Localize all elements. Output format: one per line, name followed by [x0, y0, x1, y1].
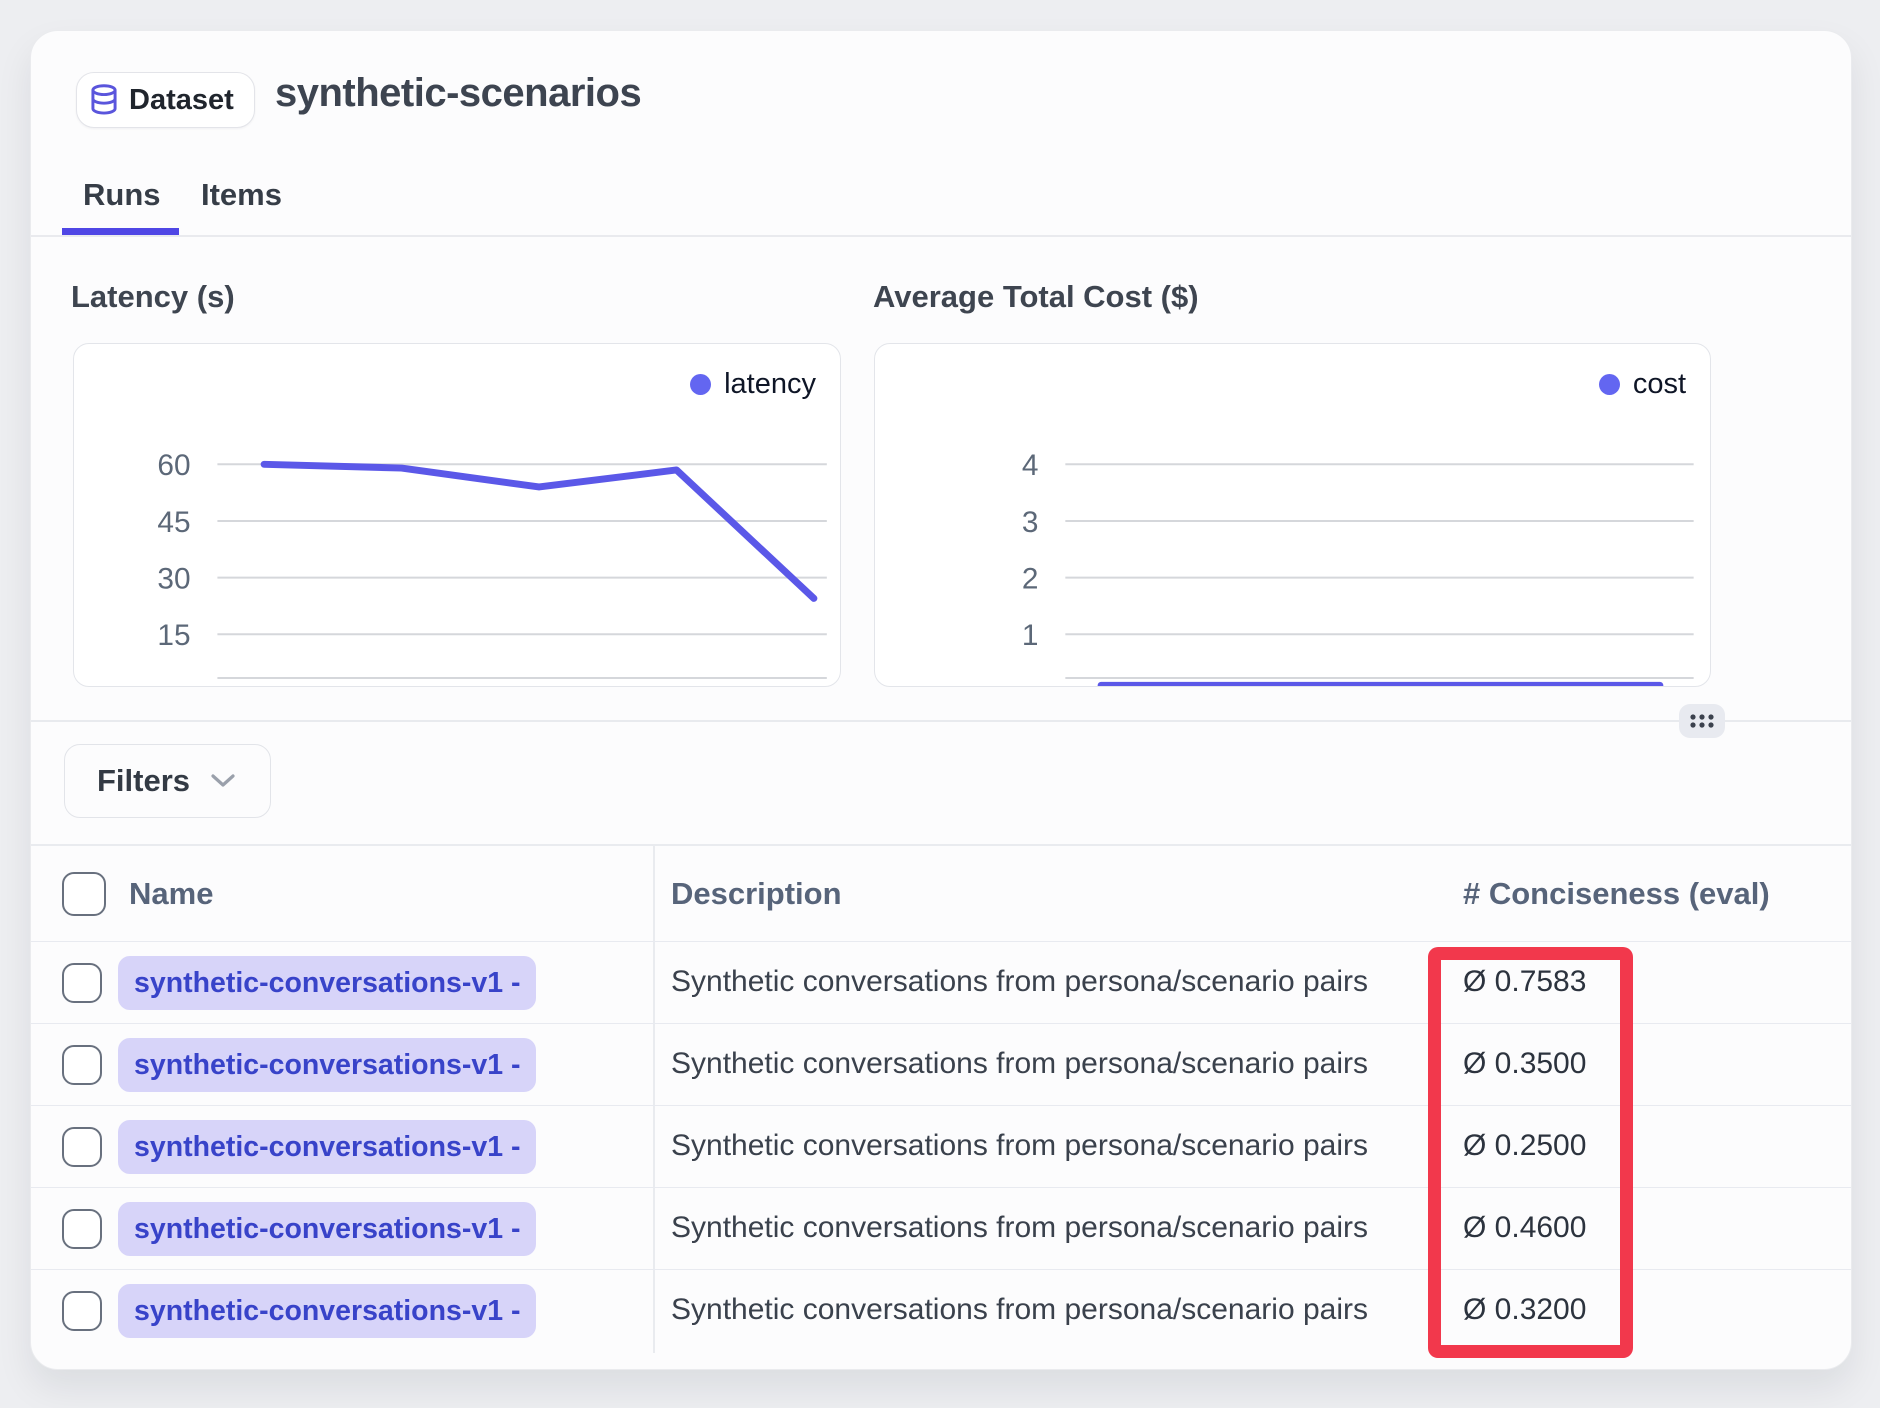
run-name-link[interactable]: synthetic-conversations-v1 - 2... — [118, 1202, 536, 1256]
run-name-label: synthetic-conversations-v1 - 2... — [134, 1049, 520, 1082]
run-name-link[interactable]: synthetic-conversations-v1 - 2... — [118, 1120, 536, 1174]
row-checkbox[interactable] — [62, 1209, 102, 1249]
chevron-down-icon — [210, 773, 236, 789]
grid-dots-icon — [1688, 712, 1716, 730]
cost-chart-title: Average Total Cost ($) — [873, 279, 1199, 315]
run-name-link[interactable]: synthetic-conversations-v1 - 2... — [118, 1038, 536, 1092]
svg-text:3: 3 — [1022, 506, 1039, 539]
annotation-highlight-box — [1428, 947, 1633, 1358]
svg-text:15: 15 — [157, 619, 190, 652]
row-checkbox[interactable] — [62, 1291, 102, 1331]
latency-legend-label: latency — [724, 368, 816, 401]
run-description: Synthetic conversations from persona/sce… — [671, 1293, 1368, 1327]
latency-chart-title: Latency (s) — [71, 279, 235, 315]
filters-button-label: Filters — [97, 763, 190, 799]
database-icon — [89, 84, 119, 116]
section-divider — [31, 720, 1851, 722]
latency-legend[interactable]: latency — [690, 368, 816, 401]
row-checkbox[interactable] — [62, 963, 102, 1003]
svg-text:4: 4 — [1022, 449, 1039, 482]
row-checkbox[interactable] — [62, 1045, 102, 1085]
dataset-panel: Dataset synthetic-scenarios Runs Items L… — [30, 30, 1852, 1370]
tab-runs[interactable]: Runs — [83, 177, 161, 213]
page: Dataset synthetic-scenarios Runs Items L… — [0, 0, 1880, 1408]
dataset-type-badge: Dataset — [76, 72, 255, 128]
cost-legend-label: cost — [1633, 368, 1686, 401]
run-description: Synthetic conversations from persona/sce… — [671, 965, 1368, 999]
latency-legend-dot-icon — [690, 374, 711, 395]
cost-chart-card: cost 4 3 2 1 — [874, 343, 1711, 687]
run-name-label: synthetic-conversations-v1 - 2... — [134, 967, 520, 1000]
run-name-label: synthetic-conversations-v1 - 2... — [134, 1295, 520, 1328]
run-name-link[interactable]: synthetic-conversations-v1 - 2... — [118, 1284, 536, 1338]
latency-chart-card: latency 60 45 30 15 — [73, 343, 841, 687]
dataset-badge-label: Dataset — [129, 84, 234, 117]
svg-text:2: 2 — [1022, 563, 1039, 596]
cost-legend-dot-icon — [1599, 374, 1620, 395]
filters-button[interactable]: Filters — [64, 744, 271, 818]
table-top-border — [31, 844, 1851, 846]
cost-legend[interactable]: cost — [1599, 368, 1686, 401]
run-description: Synthetic conversations from persona/sce… — [671, 1211, 1368, 1245]
column-header-conciseness: # Conciseness (eval) — [1463, 876, 1770, 912]
select-all-checkbox[interactable] — [62, 872, 106, 916]
column-header-description: Description — [671, 876, 842, 912]
svg-text:60: 60 — [157, 449, 190, 482]
run-name-link[interactable]: synthetic-conversations-v1 - 2... — [118, 956, 536, 1010]
svg-text:45: 45 — [157, 506, 190, 539]
tab-items[interactable]: Items — [201, 177, 282, 213]
row-checkbox[interactable] — [62, 1127, 102, 1167]
run-name-label: synthetic-conversations-v1 - 2... — [134, 1213, 520, 1246]
run-description: Synthetic conversations from persona/sce… — [671, 1047, 1368, 1081]
tabs-divider — [31, 235, 1851, 237]
column-header-name: Name — [129, 876, 213, 912]
resize-drag-handle[interactable] — [1679, 704, 1725, 738]
svg-text:1: 1 — [1022, 619, 1039, 652]
run-description: Synthetic conversations from persona/sce… — [671, 1129, 1368, 1163]
svg-text:30: 30 — [157, 563, 190, 596]
page-title: synthetic-scenarios — [275, 71, 641, 116]
run-name-label: synthetic-conversations-v1 - 2... — [134, 1131, 520, 1164]
cost-line-chart: 4 3 2 1 — [875, 344, 1710, 686]
